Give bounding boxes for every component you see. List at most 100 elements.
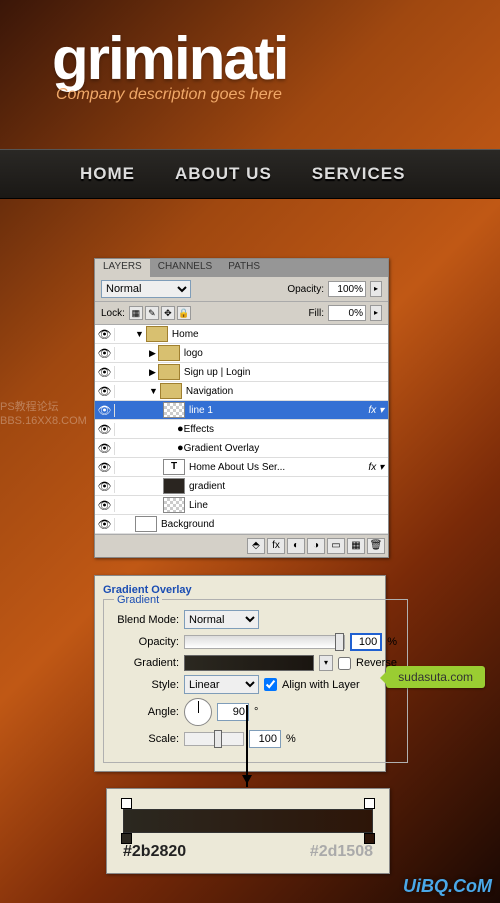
panel-footer: ⬘ fx ◐ ◑ ▭ ▦ 🗑 <box>95 534 388 557</box>
angle-dial[interactable] <box>184 698 212 726</box>
new-layer-icon[interactable]: ▦ <box>347 538 365 554</box>
layer-row[interactable]: 👁 Background <box>95 515 388 534</box>
fill-label: Fill: <box>308 308 324 319</box>
fill-flyout[interactable]: ▸ <box>370 305 382 321</box>
callout-badge: sudasuta.com <box>386 666 485 688</box>
layer-mask-icon[interactable]: ◐ <box>287 538 305 554</box>
opacity-label-dialog: Opacity: <box>114 636 179 648</box>
opacity-stop-right[interactable] <box>364 798 375 809</box>
link-layers-icon[interactable]: ⬘ <box>247 538 265 554</box>
lock-label: Lock: <box>101 308 125 319</box>
gradient-bar[interactable] <box>123 809 373 833</box>
opacity-input[interactable] <box>328 281 366 297</box>
opacity-label: Opacity: <box>287 284 324 295</box>
visibility-icon[interactable]: 👁 <box>95 518 115 531</box>
layer-list: 👁▼Home👁▶logo👁▶Sign up | Login👁▼Navigatio… <box>95 325 388 534</box>
angle-label: Angle: <box>114 706 179 718</box>
visibility-icon[interactable]: 👁 <box>95 423 115 436</box>
visibility-icon[interactable]: 👁 <box>95 461 115 474</box>
scale-slider[interactable] <box>184 732 244 746</box>
gradient-dropdown-icon[interactable]: ▾ <box>319 655 333 671</box>
reverse-checkbox[interactable] <box>338 657 351 670</box>
opacity-stop-left[interactable] <box>121 798 132 809</box>
opacity-value-input[interactable] <box>350 633 382 651</box>
logo-title: griminati <box>52 32 500 86</box>
layer-row[interactable]: 👁 ▶ Sign up | Login <box>95 363 388 382</box>
folder-icon <box>160 383 182 399</box>
layer-name: Effects <box>184 424 214 435</box>
folder-icon <box>146 326 168 342</box>
gradient-preview[interactable] <box>184 655 314 671</box>
nav-services[interactable]: SERVICES <box>312 150 406 198</box>
scale-input[interactable] <box>249 730 281 748</box>
blend-mode-select[interactable]: Normal <box>101 280 191 298</box>
tab-paths[interactable]: PATHS <box>220 259 268 277</box>
fill-input[interactable] <box>328 305 366 321</box>
logo-tagline: Company description goes here <box>52 86 500 104</box>
gradient-overlay-dialog: Gradient Overlay Gradient Blend Mode: No… <box>94 575 386 772</box>
lock-icons: ▦ ✎ ✥ 🔒 <box>129 306 191 320</box>
align-checkbox[interactable] <box>264 678 277 691</box>
hex-right: #2d1508 <box>310 843 373 861</box>
fx-badge[interactable]: fx ▾ <box>364 462 388 473</box>
adjustment-layer-icon[interactable]: ◑ <box>307 538 325 554</box>
layer-row[interactable]: 👁▼Home <box>95 325 388 344</box>
lock-pixels-icon[interactable]: ✎ <box>145 306 159 320</box>
tab-channels[interactable]: CHANNELS <box>150 259 220 277</box>
delete-layer-icon[interactable]: 🗑 <box>367 538 385 554</box>
layer-row[interactable]: 👁 ▼ Navigation <box>95 382 388 401</box>
fieldset-legend: Gradient <box>114 594 162 606</box>
watermark-bbs: PS教程论坛 BBS.16XX8.COM <box>0 400 87 429</box>
align-label: Align with Layer <box>282 679 360 691</box>
layer-name: Background <box>161 519 214 530</box>
visibility-icon[interactable]: 👁 <box>95 499 115 512</box>
gradient-editor: #2b2820 #2d1508 <box>106 788 390 874</box>
hex-left: #2b2820 <box>123 843 186 861</box>
visibility-icon[interactable]: 👁 <box>95 442 115 455</box>
layer-row[interactable]: 👁gradient <box>95 477 388 496</box>
layer-row[interactable]: 👁● Gradient Overlay <box>95 439 388 458</box>
layer-name: Sign up | Login <box>184 367 251 378</box>
blend-mode-select-dialog[interactable]: Normal <box>184 610 259 629</box>
effect-icon: ● <box>177 442 184 454</box>
nav-about[interactable]: ABOUT US <box>175 150 272 198</box>
layer-name: line 1 <box>189 405 213 416</box>
layer-style-icon[interactable]: fx <box>267 538 285 554</box>
folder-toggle-icon[interactable]: ▶ <box>149 367 156 378</box>
visibility-icon[interactable]: 👁 <box>95 328 115 341</box>
nav-home[interactable]: HOME <box>80 150 135 198</box>
layer-row[interactable]: 👁 ▶ logo <box>95 344 388 363</box>
color-stop-left[interactable] <box>121 833 132 844</box>
lock-transparency-icon[interactable]: ▦ <box>129 306 143 320</box>
folder-toggle-icon[interactable]: ▼ <box>135 329 144 339</box>
folder-icon <box>158 364 180 380</box>
fx-badge[interactable]: fx ▾ <box>364 405 388 416</box>
visibility-icon[interactable]: 👁 <box>95 366 115 379</box>
layer-row[interactable]: 👁Line <box>95 496 388 515</box>
folder-toggle-icon[interactable]: ▶ <box>149 348 156 359</box>
tab-layers[interactable]: LAYERS <box>95 259 150 277</box>
visibility-icon[interactable]: 👁 <box>95 347 115 360</box>
visibility-icon[interactable]: 👁 <box>95 404 115 417</box>
lock-all-icon[interactable]: 🔒 <box>177 306 191 320</box>
visibility-icon[interactable]: 👁 <box>95 480 115 493</box>
opacity-flyout[interactable]: ▸ <box>370 281 382 297</box>
opacity-slider[interactable] <box>184 635 345 649</box>
visibility-icon[interactable]: 👁 <box>95 385 115 398</box>
layer-thumb <box>163 478 185 494</box>
lock-position-icon[interactable]: ✥ <box>161 306 175 320</box>
new-group-icon[interactable]: ▭ <box>327 538 345 554</box>
layer-row[interactable]: 👁THome About Us Ser...fx ▾ <box>95 458 388 477</box>
effect-icon: ● <box>177 423 184 435</box>
main-nav: HOME ABOUT US SERVICES <box>0 149 500 199</box>
style-select[interactable]: Linear <box>184 675 259 694</box>
blend-mode-label: Blend Mode: <box>114 614 179 626</box>
folder-toggle-icon[interactable]: ▼ <box>149 386 158 396</box>
layer-name: Navigation <box>186 386 233 397</box>
layer-name: logo <box>184 348 203 359</box>
layer-row[interactable]: 👁 line 1 fx ▾ <box>95 401 388 420</box>
layers-panel: LAYERS CHANNELS PATHS Normal Opacity: ▸ … <box>94 258 389 558</box>
color-stop-right[interactable] <box>364 833 375 844</box>
layer-row[interactable]: 👁 ● Effects <box>95 420 388 439</box>
angle-input[interactable] <box>217 703 249 721</box>
